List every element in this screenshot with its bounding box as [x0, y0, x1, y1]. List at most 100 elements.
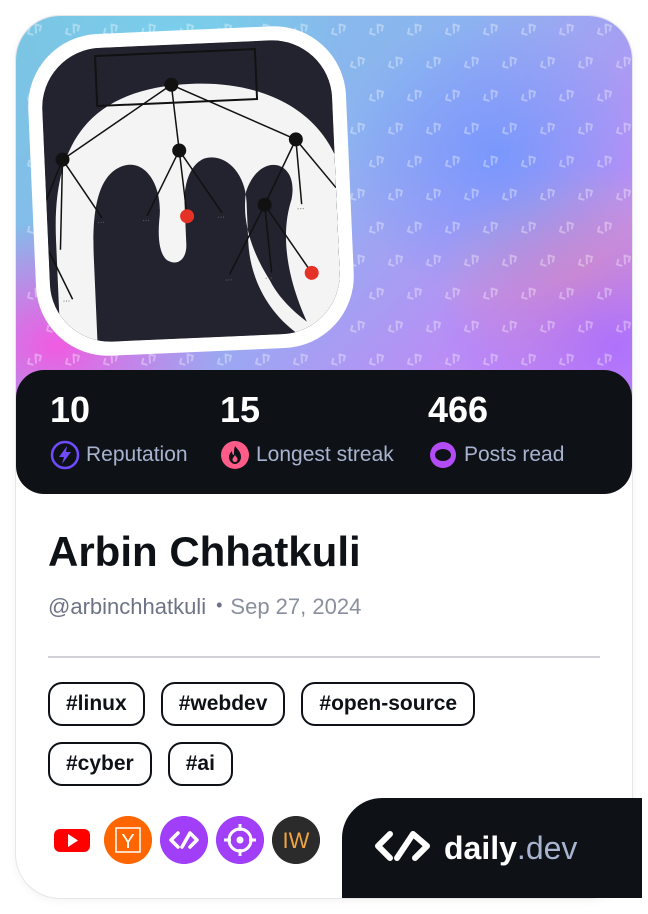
svg-text:...: ... [265, 272, 273, 281]
pattern-logo-icon [426, 56, 441, 69]
pattern-logo-icon [369, 287, 384, 300]
pattern-logo-icon [616, 188, 631, 201]
source-list: Y IW [48, 816, 328, 864]
tag-list: #linux #webdev #open-source #cyber #ai [48, 682, 588, 786]
svg-text:...: ... [297, 202, 305, 211]
pattern-logo-icon [369, 353, 384, 366]
youtube-icon[interactable] [48, 816, 96, 864]
pattern-logo-icon [141, 353, 156, 366]
pattern-logo-icon [521, 287, 536, 300]
pattern-logo-icon [65, 353, 80, 366]
pattern-logo-icon [293, 353, 308, 366]
brand-suffix: .dev [516, 829, 578, 866]
pattern-logo-icon [407, 89, 422, 102]
iw-source-icon[interactable]: IW [272, 816, 320, 864]
profile-meta: @arbinchhatkuli • Sep 27, 2024 [48, 594, 361, 620]
pattern-logo-icon [407, 23, 422, 36]
pattern-logo-icon [502, 188, 517, 201]
pattern-logo-icon [616, 320, 631, 333]
pattern-logo-icon [65, 23, 80, 36]
join-date: Sep 27, 2024 [230, 594, 362, 619]
pattern-logo-icon [521, 353, 536, 366]
pattern-logo-icon [464, 56, 479, 69]
stat-longest-streak: 15 Longest streak [220, 388, 394, 470]
brand-wordmark: daily.dev [444, 830, 577, 867]
pattern-logo-icon [27, 23, 42, 36]
pattern-logo-icon [559, 89, 574, 102]
profile-handle: @arbinchhatkuli [48, 594, 207, 619]
pattern-logo-icon [559, 23, 574, 36]
lightning-icon [50, 440, 80, 470]
brand-name: daily [444, 829, 517, 866]
pattern-logo-icon [445, 89, 460, 102]
pattern-logo-icon [217, 353, 232, 366]
pattern-logo-icon [502, 122, 517, 135]
stat-label: Reputation [86, 443, 188, 466]
stats-bar: 10 Reputation 15 Longest streak 466 Post… [16, 370, 632, 494]
flame-icon [220, 440, 250, 470]
tag-open-source[interactable]: #open-source [301, 682, 476, 726]
pattern-logo-icon [350, 320, 365, 333]
pattern-logo-icon [578, 320, 593, 333]
pattern-logo-icon [388, 188, 403, 201]
svg-text:...: ... [217, 211, 225, 220]
pattern-logo-icon [350, 188, 365, 201]
tag-linux[interactable]: #linux [48, 682, 145, 726]
pattern-logo-icon [578, 188, 593, 201]
avatar-image: ... ... ... ... ... ... ... [39, 37, 343, 345]
svg-text:...: ... [62, 294, 70, 303]
profile-name: Arbin Chhatkuli [48, 528, 361, 575]
stat-posts-read: 466 Posts read [428, 388, 564, 470]
pattern-logo-icon [426, 254, 441, 267]
pattern-logo-icon [521, 155, 536, 168]
pattern-logo-icon [369, 89, 384, 102]
pattern-logo-icon [559, 221, 574, 234]
pattern-logo-icon [559, 353, 574, 366]
pattern-logo-icon [540, 320, 555, 333]
pattern-logo-icon [388, 254, 403, 267]
pattern-logo-icon [255, 353, 270, 366]
svg-text:...: ... [97, 216, 105, 225]
target-squad-icon[interactable] [216, 816, 264, 864]
pattern-logo-icon [502, 254, 517, 267]
pattern-logo-icon [597, 353, 612, 366]
pattern-logo-icon [464, 122, 479, 135]
pattern-logo-icon [559, 155, 574, 168]
daily-dev-squad-icon[interactable] [160, 816, 208, 864]
tag-ai[interactable]: #ai [167, 742, 233, 786]
pattern-logo-icon [464, 254, 479, 267]
pattern-logo-icon [483, 221, 498, 234]
pattern-logo-icon [369, 221, 384, 234]
avatar: ... ... ... ... ... ... ... [39, 37, 343, 345]
pattern-logo-icon [426, 122, 441, 135]
pattern-logo-icon [445, 287, 460, 300]
pattern-logo-icon [521, 89, 536, 102]
stat-label: Posts read [464, 443, 565, 466]
pattern-logo-icon [559, 287, 574, 300]
pattern-logo-icon [369, 155, 384, 168]
stat-value: 15 [220, 389, 261, 430]
hacker-news-letter: Y [121, 831, 134, 853]
pattern-logo-icon [445, 221, 460, 234]
pattern-logo-icon [540, 56, 555, 69]
pattern-logo-icon [578, 254, 593, 267]
pattern-logo-icon [388, 122, 403, 135]
pattern-logo-icon [616, 56, 631, 69]
pattern-logo-icon [445, 155, 460, 168]
avatar-frame: ... ... ... ... ... ... ... [25, 23, 357, 359]
hacker-news-icon[interactable]: Y [104, 816, 152, 864]
pattern-logo-icon [483, 287, 498, 300]
stat-value: 466 [428, 389, 489, 430]
stat-value: 10 [50, 389, 91, 430]
devcard: ... ... ... ... ... ... ... 10 Reputatio… [16, 16, 632, 898]
eye-icon [428, 440, 458, 470]
pattern-logo-icon [179, 353, 194, 366]
svg-text:...: ... [225, 273, 233, 282]
pattern-logo-icon [597, 89, 612, 102]
divider [48, 656, 600, 658]
pattern-logo-icon [445, 23, 460, 36]
tag-webdev[interactable]: #webdev [160, 682, 286, 726]
pattern-logo-icon [426, 320, 441, 333]
stat-reputation: 10 Reputation [50, 388, 188, 470]
tag-cyber[interactable]: #cyber [48, 742, 152, 786]
